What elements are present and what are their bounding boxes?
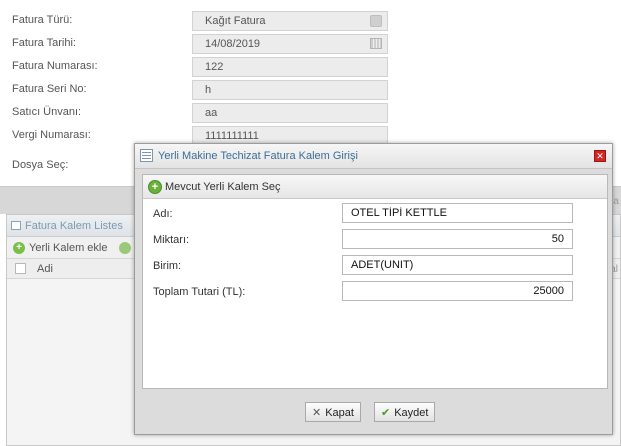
select-existing-item-button[interactable]: Mevcut Yerli Kalem Seç — [165, 181, 281, 193]
calendar-icon[interactable] — [370, 38, 382, 49]
items-panel-title: Fatura Kalem Listes — [25, 220, 123, 232]
close-icon[interactable]: ✕ — [594, 150, 606, 162]
item-form-panel: + Mevcut Yerli Kalem Seç Adı: Miktarı: B… — [142, 174, 608, 389]
select-all-checkbox[interactable] — [15, 263, 26, 274]
window-footer: ✕ Kapat ✔ Kaydet — [135, 394, 612, 434]
name-label: Adı: — [153, 208, 173, 220]
field-row-unit: Birim: — [143, 255, 607, 277]
invoice-serial-label: Fatura Seri No: — [12, 83, 87, 95]
seller-title-label: Satıcı Ünvanı: — [12, 106, 82, 118]
add-icon-2[interactable] — [119, 242, 131, 254]
total-label: Toplam Tutari (TL): — [153, 286, 246, 298]
invoice-number-field[interactable]: 122 — [192, 57, 388, 77]
invoice-serial-value: h — [205, 84, 212, 96]
tax-number-value: 1111111111 — [205, 130, 259, 142]
name-input[interactable] — [342, 203, 573, 223]
add-icon: + — [13, 242, 25, 254]
close-button[interactable]: ✕ Kapat — [305, 402, 361, 422]
form-row-invoice-date: Fatura Tarihi: 14/08/2019 — [0, 33, 621, 55]
add-domestic-item-button[interactable]: Yerli Kalem ekle — [29, 242, 107, 254]
invoice-serial-field[interactable]: h — [192, 80, 388, 100]
save-button-label: Kaydet — [394, 407, 429, 419]
checkmark-icon: ✔ — [381, 407, 391, 419]
window-title: Yerli Makine Techizat Fatura Kalem Giriş… — [158, 150, 358, 162]
form-row-invoice-number: Fatura Numarası: 122 — [0, 56, 621, 78]
quantity-input[interactable] — [342, 229, 573, 249]
item-form-toolbar: + Mevcut Yerli Kalem Seç — [143, 175, 607, 199]
tax-number-label: Vergi Numarası: — [12, 129, 91, 141]
unit-label: Birim: — [153, 260, 182, 272]
field-row-name: Adı: — [143, 203, 607, 225]
add-icon: + — [148, 180, 162, 194]
file-select-label: Dosya Seç: — [12, 159, 69, 171]
invoice-date-label: Fatura Tarihi: — [12, 37, 76, 49]
invoice-type-select[interactable]: Kağıt Fatura — [192, 11, 388, 31]
seller-title-field[interactable]: aa — [192, 103, 388, 123]
window-title-bar[interactable]: Yerli Makine Techizat Fatura Kalem Giriş… — [135, 144, 612, 169]
total-input[interactable] — [342, 281, 573, 301]
invoice-date-field[interactable]: 14/08/2019 — [192, 34, 388, 54]
item-entry-window: Yerli Makine Techizat Fatura Kalem Giriş… — [134, 143, 613, 435]
form-row-invoice-type: Fatura Türü: Kağıt Fatura — [0, 10, 621, 32]
invoice-date-value: 14/08/2019 — [205, 38, 261, 50]
unit-input[interactable] — [342, 255, 573, 275]
field-row-quantity: Miktarı: — [143, 229, 607, 251]
grid-icon — [11, 221, 21, 230]
form-row-seller-title: Satıcı Ünvanı: aa — [0, 102, 621, 124]
form-row-invoice-serial: Fatura Seri No: h — [0, 79, 621, 101]
invoice-number-label: Fatura Numarası: — [12, 60, 98, 72]
close-button-label: Kapat — [325, 407, 354, 419]
invoice-type-value: Kağıt Fatura — [205, 15, 266, 27]
invoice-type-label: Fatura Türü: — [12, 14, 73, 26]
window-icon — [140, 149, 153, 162]
column-header-name[interactable]: Adi — [37, 263, 53, 275]
seller-title-value: aa — [205, 107, 218, 119]
invoice-number-value: 122 — [205, 61, 224, 73]
quantity-label: Miktarı: — [153, 234, 190, 246]
dropdown-arrow-icon[interactable] — [370, 15, 382, 27]
field-row-total: Toplam Tutari (TL): — [143, 281, 607, 303]
cross-icon: ✕ — [312, 407, 322, 419]
save-button[interactable]: ✔ Kaydet — [374, 402, 436, 422]
